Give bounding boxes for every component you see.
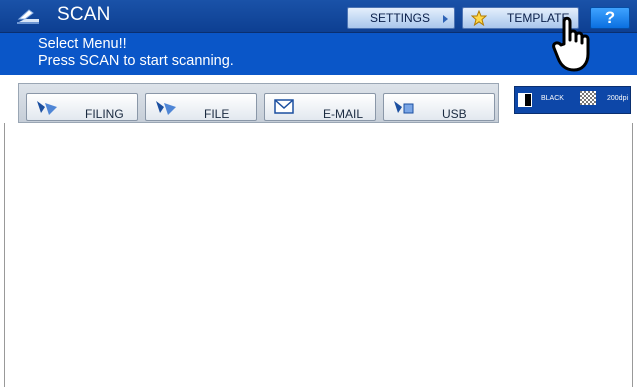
usb-icon [394,101,414,114]
email-icon [274,99,294,114]
file-button[interactable]: FILE [145,93,257,121]
resolution-label: 200dpi [607,95,629,102]
file-label: FILE [204,107,230,121]
scan-status-box[interactable]: BLACK 200dpi [514,86,631,114]
message-line-2: Press SCAN to start scanning. [38,53,234,69]
app-title: SCAN [57,4,111,25]
pointing-hand-icon [552,16,590,72]
email-button[interactable]: E-MAIL [264,93,376,121]
email-label: E-MAIL [323,107,364,121]
filing-button[interactable]: FILING [26,93,138,121]
usb-button[interactable]: USB [383,93,495,121]
color-mode-icon [518,93,532,107]
usb-label: USB [442,107,467,121]
settings-button[interactable]: SETTINGS [347,7,455,29]
settings-button-label: SETTINGS [370,11,431,25]
scanner-icon [17,9,39,24]
message-line-1: Select Menu!! [38,36,127,52]
file-icon [156,101,176,115]
resolution-icon [580,91,596,105]
filing-icon [37,101,57,115]
chevron-right-icon [443,15,448,23]
filing-label: FILING [85,107,124,121]
star-icon [471,10,487,26]
color-mode-label: BLACK [541,95,564,102]
content-frame [4,123,633,387]
